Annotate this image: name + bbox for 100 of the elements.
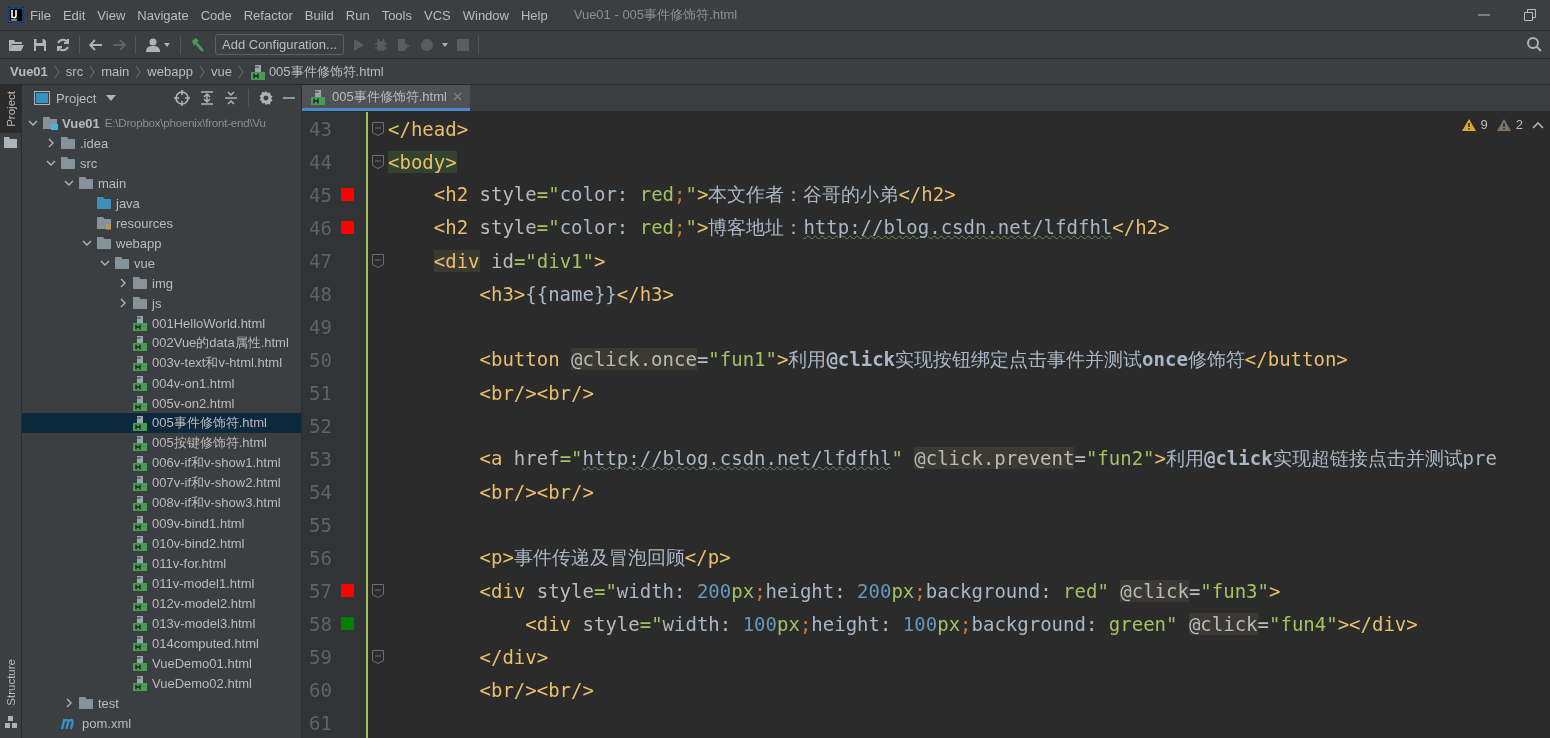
breadcrumb-item[interactable]: webapp bbox=[147, 64, 193, 79]
chevron-right-icon bbox=[135, 64, 142, 79]
breadcrumb-item[interactable]: main bbox=[101, 64, 130, 79]
tree-item[interactable]: 014computed.html bbox=[22, 633, 301, 653]
menu-item[interactable]: Navigate bbox=[131, 7, 195, 23]
app-logo-icon bbox=[8, 7, 24, 23]
tree-item[interactable]: Vue01 E:\Dropbox\phoenix\front-end\Vu bbox=[22, 113, 301, 133]
html-file-icon bbox=[132, 455, 148, 471]
warning-count[interactable]: 9 bbox=[1480, 117, 1488, 132]
tree-item[interactable]: pom.xml bbox=[22, 713, 301, 733]
profile-dropdown-icon[interactable] bbox=[419, 37, 448, 52]
tree-item[interactable]: 011v-for.html bbox=[22, 553, 301, 573]
tree-item[interactable]: 010v-bind2.html bbox=[22, 533, 301, 553]
html-file-icon bbox=[132, 395, 148, 411]
menu-item[interactable]: Build bbox=[298, 7, 340, 23]
breadcrumb-item[interactable]: Vue01 bbox=[10, 64, 48, 79]
tool-window-tab[interactable]: Project bbox=[0, 85, 21, 133]
chevron-right-icon[interactable] bbox=[64, 698, 74, 708]
tree-item[interactable]: VueDemo01.html bbox=[22, 653, 301, 673]
tree-item[interactable]: 013v-model3.html bbox=[22, 613, 301, 633]
menu-item[interactable]: Help bbox=[514, 7, 554, 23]
code-line: <p>事件传递及冒泡回顾</p> bbox=[478, 544, 731, 570]
tool-window-tab[interactable]: Structure bbox=[0, 653, 21, 712]
menu-item[interactable]: File bbox=[24, 7, 57, 23]
tree-item[interactable]: main bbox=[22, 173, 301, 193]
chevron-down-icon[interactable] bbox=[28, 118, 38, 128]
collapse-all-icon[interactable] bbox=[224, 91, 238, 105]
code-line: <h2 style="color: red;">博客地址：http://blog.csdn.net/lfdfhl</h2> bbox=[432, 214, 1170, 240]
tree-item[interactable]: 002Vue的data属性.html bbox=[22, 333, 301, 353]
window-title: Vue01 - 005事件修饰符.html bbox=[573, 6, 738, 24]
save-icon[interactable] bbox=[33, 37, 47, 52]
menu-item[interactable]: Tools bbox=[375, 7, 418, 23]
fold-icon[interactable] bbox=[372, 649, 384, 664]
restore-icon[interactable] bbox=[1524, 9, 1536, 21]
user-dropdown-icon[interactable] bbox=[145, 37, 171, 52]
chevron-right-icon bbox=[53, 64, 60, 79]
tree-item[interactable]: 005事件修饰符.html bbox=[22, 413, 301, 433]
caret-down-icon[interactable] bbox=[106, 95, 117, 101]
tree-item[interactable]: java bbox=[22, 193, 301, 213]
open-folder-icon[interactable] bbox=[8, 37, 24, 52]
hammer-icon[interactable] bbox=[190, 36, 206, 53]
tree-item[interactable]: webapp bbox=[22, 233, 301, 253]
tree-item[interactable]: 003v-text和v-html.html bbox=[22, 353, 301, 373]
weak-warning-count[interactable]: 2 bbox=[1515, 117, 1523, 132]
code-line: <br/><br/> bbox=[478, 381, 594, 404]
tree-item[interactable]: resources bbox=[22, 213, 301, 233]
search-icon[interactable] bbox=[1527, 37, 1542, 52]
tree-item[interactable]: test bbox=[22, 693, 301, 713]
menu-item[interactable]: View bbox=[91, 7, 132, 23]
panel-title[interactable]: Project bbox=[56, 90, 97, 106]
crosshair-icon[interactable] bbox=[174, 90, 190, 106]
tree-item[interactable]: src bbox=[22, 153, 301, 173]
code-line: <br/><br/> bbox=[478, 678, 594, 701]
chevron-right-icon[interactable] bbox=[46, 138, 56, 148]
settings-icon[interactable] bbox=[259, 91, 273, 105]
tree-item[interactable]: 006v-if和v-show1.html bbox=[22, 453, 301, 473]
folder-icon bbox=[78, 696, 94, 710]
tree-item[interactable]: 011v-model1.html bbox=[22, 573, 301, 593]
breadcrumb-item[interactable]: vue bbox=[210, 64, 232, 79]
menu-item[interactable]: Run bbox=[339, 7, 376, 23]
tree-item[interactable]: 005v-on2.html bbox=[22, 393, 301, 413]
menu-item[interactable]: Window bbox=[456, 7, 515, 23]
menu-item[interactable]: Refactor bbox=[237, 7, 299, 23]
back-arrow-icon[interactable] bbox=[89, 38, 103, 51]
tree-item[interactable]: 004v-on1.html bbox=[22, 373, 301, 393]
tree-item[interactable]: 008v-if和v-show3.html bbox=[22, 493, 301, 513]
code-line: <div style="width: 100px;height: 100px;background: green" @click="fun4"></div> bbox=[524, 612, 1418, 635]
sync-icon[interactable] bbox=[56, 37, 70, 52]
menu-item[interactable]: Edit bbox=[56, 7, 92, 23]
fold-icon[interactable] bbox=[372, 583, 384, 598]
tree-item[interactable]: 007v-if和v-show2.html bbox=[22, 473, 301, 493]
tree-item[interactable]: 012v-model2.html bbox=[22, 593, 301, 613]
add-configuration-button[interactable]: Add Configuration... bbox=[215, 34, 344, 55]
tree-item[interactable]: .idea bbox=[22, 133, 301, 153]
html-file-icon bbox=[132, 575, 148, 591]
expand-all-icon[interactable] bbox=[200, 91, 214, 105]
warning-icon[interactable] bbox=[1496, 118, 1511, 131]
breadcrumb-item[interactable]: src bbox=[65, 64, 84, 79]
tree-item[interactable]: 005按键修饰符.html bbox=[22, 433, 301, 453]
menu-item[interactable]: Code bbox=[194, 7, 238, 23]
tree-item[interactable]: img bbox=[22, 273, 301, 293]
html-file-icon bbox=[132, 435, 148, 451]
tree-item[interactable]: 001HelloWorld.html bbox=[22, 313, 301, 333]
fold-icon[interactable] bbox=[372, 154, 384, 169]
caret-up-icon[interactable] bbox=[1532, 120, 1544, 129]
tree-item[interactable]: VueDemo02.html bbox=[22, 673, 301, 693]
tree-item[interactable]: vue bbox=[22, 253, 301, 273]
folder-icon bbox=[42, 116, 58, 130]
folder-icon bbox=[96, 196, 112, 210]
code-line: <div style="width: 200px;height: 200px;background: red" @click="fun3"> bbox=[478, 579, 1281, 602]
fold-icon[interactable] bbox=[372, 121, 384, 136]
menu-item[interactable]: VCS bbox=[418, 7, 457, 23]
folder-icon bbox=[4, 136, 17, 148]
fold-icon[interactable] bbox=[372, 253, 384, 268]
editor-tab[interactable]: 005事件修饰符.html bbox=[302, 85, 470, 111]
tree-item[interactable]: 009v-bind1.html bbox=[22, 513, 301, 533]
breadcrumb-item[interactable]: 005事件修饰符.html bbox=[268, 62, 384, 81]
warning-icon[interactable] bbox=[1461, 118, 1476, 131]
html-file-icon bbox=[132, 495, 148, 511]
tree-item[interactable]: js bbox=[22, 293, 301, 313]
